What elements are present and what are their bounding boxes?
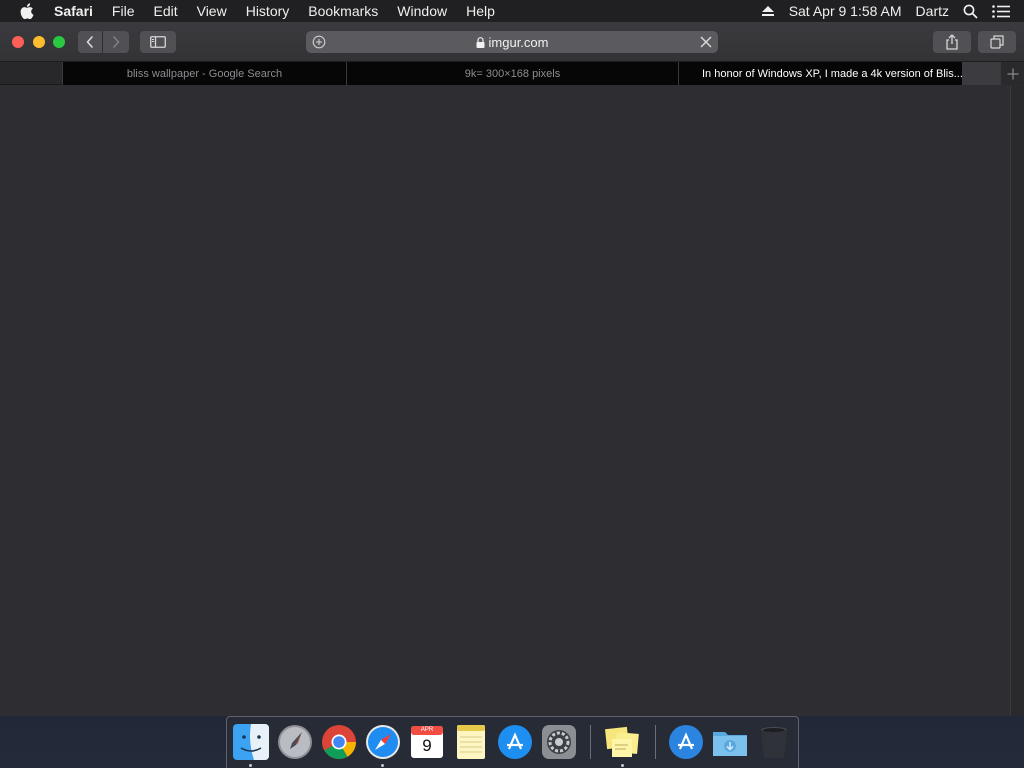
tab-bar: bliss wallpaper - Google Search 9k= 300×…: [0, 62, 1024, 85]
sidebar-icon: [150, 36, 166, 48]
dock-applications-icon[interactable]: [667, 723, 705, 761]
menu-history[interactable]: History: [246, 3, 290, 19]
address-text[interactable]: imgur.com: [489, 35, 549, 50]
show-sidebar-button[interactable]: [140, 31, 176, 53]
tab-title: 9k= 300×168 pixels: [464, 67, 561, 80]
dock-app-store-icon[interactable]: [496, 723, 534, 761]
lock-icon: [476, 36, 485, 48]
share-icon: [946, 34, 958, 50]
dock-downloads-folder-icon[interactable]: [711, 723, 749, 761]
menu-window[interactable]: Window: [397, 3, 447, 19]
new-tab-button[interactable]: [1000, 62, 1024, 85]
calendar-day: 9: [422, 736, 432, 755]
dock-notes-icon[interactable]: [452, 723, 490, 761]
dock-separator: [655, 725, 656, 759]
notification-center-icon[interactable]: [992, 4, 1010, 18]
close-window-button[interactable]: [12, 36, 24, 48]
web-content-area[interactable]: [0, 86, 1010, 716]
add-bookmark-icon[interactable]: [312, 35, 326, 52]
menu-safari[interactable]: Safari: [54, 3, 93, 19]
dock-system-preferences-icon[interactable]: [540, 723, 578, 761]
eject-icon[interactable]: [761, 5, 775, 17]
menu-bar: Safari File Edit View History Bookmarks …: [0, 0, 1024, 22]
apple-logo-icon[interactable]: [20, 3, 34, 19]
tabs-overview-icon: [990, 35, 1004, 49]
stop-loading-icon[interactable]: [699, 35, 713, 52]
tab-title: In honor of Windows XP, I made a 4k vers…: [702, 67, 962, 80]
vertical-scrollbar[interactable]: [1010, 86, 1024, 716]
dock-calendar-icon[interactable]: APR 9: [408, 723, 446, 761]
tab-bar-spacer: [962, 62, 1000, 85]
minimize-window-button[interactable]: [33, 36, 45, 48]
menu-help[interactable]: Help: [466, 3, 495, 19]
dock-launchpad-icon[interactable]: [276, 723, 314, 761]
tab-imgur-active[interactable]: In honor of Windows XP, I made a 4k vers…: [678, 62, 962, 85]
calendar-month: APR: [420, 727, 434, 733]
back-button[interactable]: [78, 31, 103, 53]
safari-window: imgur.com bliss wallpaper - Google Searc…: [0, 22, 1024, 716]
menubar-clock[interactable]: Sat Apr 9 1:58 AM: [789, 3, 902, 19]
show-all-tabs-button[interactable]: [978, 31, 1016, 53]
plus-icon: [1007, 68, 1018, 79]
dock: APR 9: [226, 716, 799, 768]
fullscreen-window-button[interactable]: [53, 36, 65, 48]
menu-edit[interactable]: Edit: [153, 3, 177, 19]
chevron-right-icon: [112, 35, 120, 49]
tab-image-9k[interactable]: 9k= 300×168 pixels: [346, 62, 678, 85]
dock-safari-icon[interactable]: [364, 723, 402, 761]
forward-button[interactable]: [103, 31, 128, 53]
menu-view[interactable]: View: [197, 3, 227, 19]
dock-separator: [590, 725, 591, 759]
tab-title: bliss wallpaper - Google Search: [126, 67, 283, 80]
chevron-left-icon: [86, 35, 94, 49]
menu-bookmarks[interactable]: Bookmarks: [308, 3, 378, 19]
dock-running-indicator: [249, 764, 252, 767]
menubar-user[interactable]: Dartz: [916, 3, 949, 19]
share-button[interactable]: [933, 31, 971, 53]
dock-chrome-icon[interactable]: [320, 723, 358, 761]
menu-file[interactable]: File: [112, 3, 135, 19]
tab-bliss-search[interactable]: bliss wallpaper - Google Search: [62, 62, 346, 85]
dock-running-indicator: [621, 764, 624, 767]
dock-trash-icon[interactable]: [755, 723, 793, 761]
navigation-buttons: [78, 31, 129, 53]
dock-stickies-icon[interactable]: [604, 723, 642, 761]
dock-finder-icon[interactable]: [232, 723, 270, 761]
dock-running-indicator: [381, 764, 384, 767]
spotlight-search-icon[interactable]: [963, 4, 978, 19]
address-bar[interactable]: imgur.com: [306, 31, 718, 53]
toolbar: imgur.com: [0, 22, 1024, 62]
